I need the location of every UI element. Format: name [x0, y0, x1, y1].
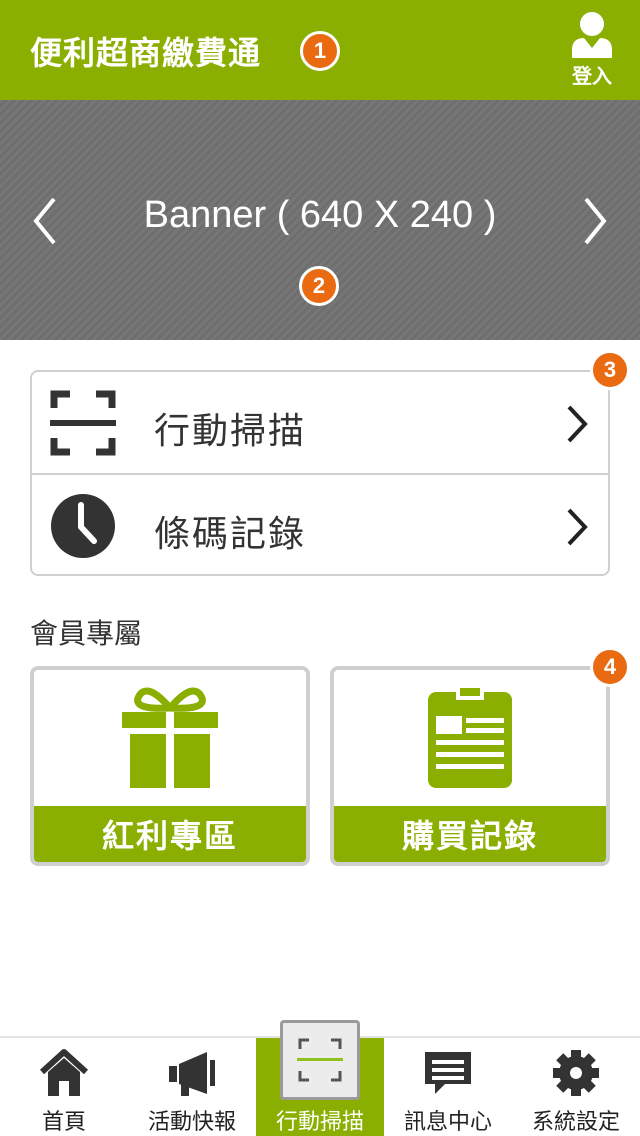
menu-item-mobile-scan[interactable]: 行動掃描: [32, 372, 608, 473]
user-icon: [572, 12, 612, 58]
home-icon: [39, 1049, 89, 1096]
tab-label: 系統設定: [531, 1110, 620, 1135]
annotation-badge-2: 2: [299, 266, 339, 306]
tab-home[interactable]: 首頁: [0, 1038, 128, 1136]
chevron-right-icon: [567, 405, 588, 443]
scan-icon: [50, 390, 116, 456]
main-menu-list: 行動掃描 條碼記錄: [30, 370, 610, 576]
annotation-badge-1: 1: [300, 31, 340, 71]
card-bonus-zone[interactable]: 紅利專區: [30, 666, 310, 866]
message-icon: [425, 1052, 471, 1094]
login-button[interactable]: 登入: [562, 10, 622, 94]
tab-events[interactable]: 活動快報: [128, 1038, 256, 1136]
banner-text: Banner ( 640 X 240 ): [143, 194, 497, 236]
chevron-right-icon[interactable]: [580, 196, 610, 246]
card-purchase-history[interactable]: 購買記錄: [330, 666, 610, 866]
megaphone-icon: [169, 1052, 215, 1096]
menu-item-label: 行動掃描: [154, 411, 307, 452]
annotation-badge-4: 4: [590, 647, 630, 687]
clipboard-icon: [428, 686, 512, 788]
login-label: 登入: [572, 64, 612, 88]
tab-label: 訊息中心: [403, 1110, 492, 1135]
menu-item-barcode-history[interactable]: 條碼記錄: [32, 473, 608, 574]
app-header: 便利超商繳費通 1 登入: [0, 0, 640, 100]
gift-icon: [122, 687, 218, 788]
tab-messages[interactable]: 訊息中心: [384, 1038, 512, 1136]
scan-button-frame: [280, 1020, 360, 1100]
clock-icon: [51, 494, 115, 558]
tab-label: 行動掃描: [275, 1110, 364, 1135]
scan-icon: [297, 1038, 343, 1082]
tab-mobile-scan[interactable]: 行動掃描: [256, 1020, 384, 1136]
chevron-right-icon: [567, 508, 588, 546]
tab-label: 首頁: [41, 1110, 86, 1135]
bottom-tab-bar: 首頁 活動快報 行動掃描 訊息中心 系統設定: [0, 1020, 640, 1136]
card-label: 購買記錄: [334, 806, 606, 862]
gear-icon: [553, 1050, 599, 1096]
annotation-badge-3: 3: [590, 350, 630, 390]
banner-carousel[interactable]: Banner ( 640 X 240 ) 2: [0, 100, 640, 340]
tab-label: 活動快報: [147, 1110, 236, 1135]
tab-settings[interactable]: 系統設定: [512, 1038, 640, 1136]
card-label: 紅利專區: [34, 806, 306, 862]
menu-item-label: 條碼記錄: [154, 514, 307, 555]
app-title: 便利超商繳費通: [30, 34, 262, 72]
member-section-title: 會員專屬: [30, 617, 143, 650]
